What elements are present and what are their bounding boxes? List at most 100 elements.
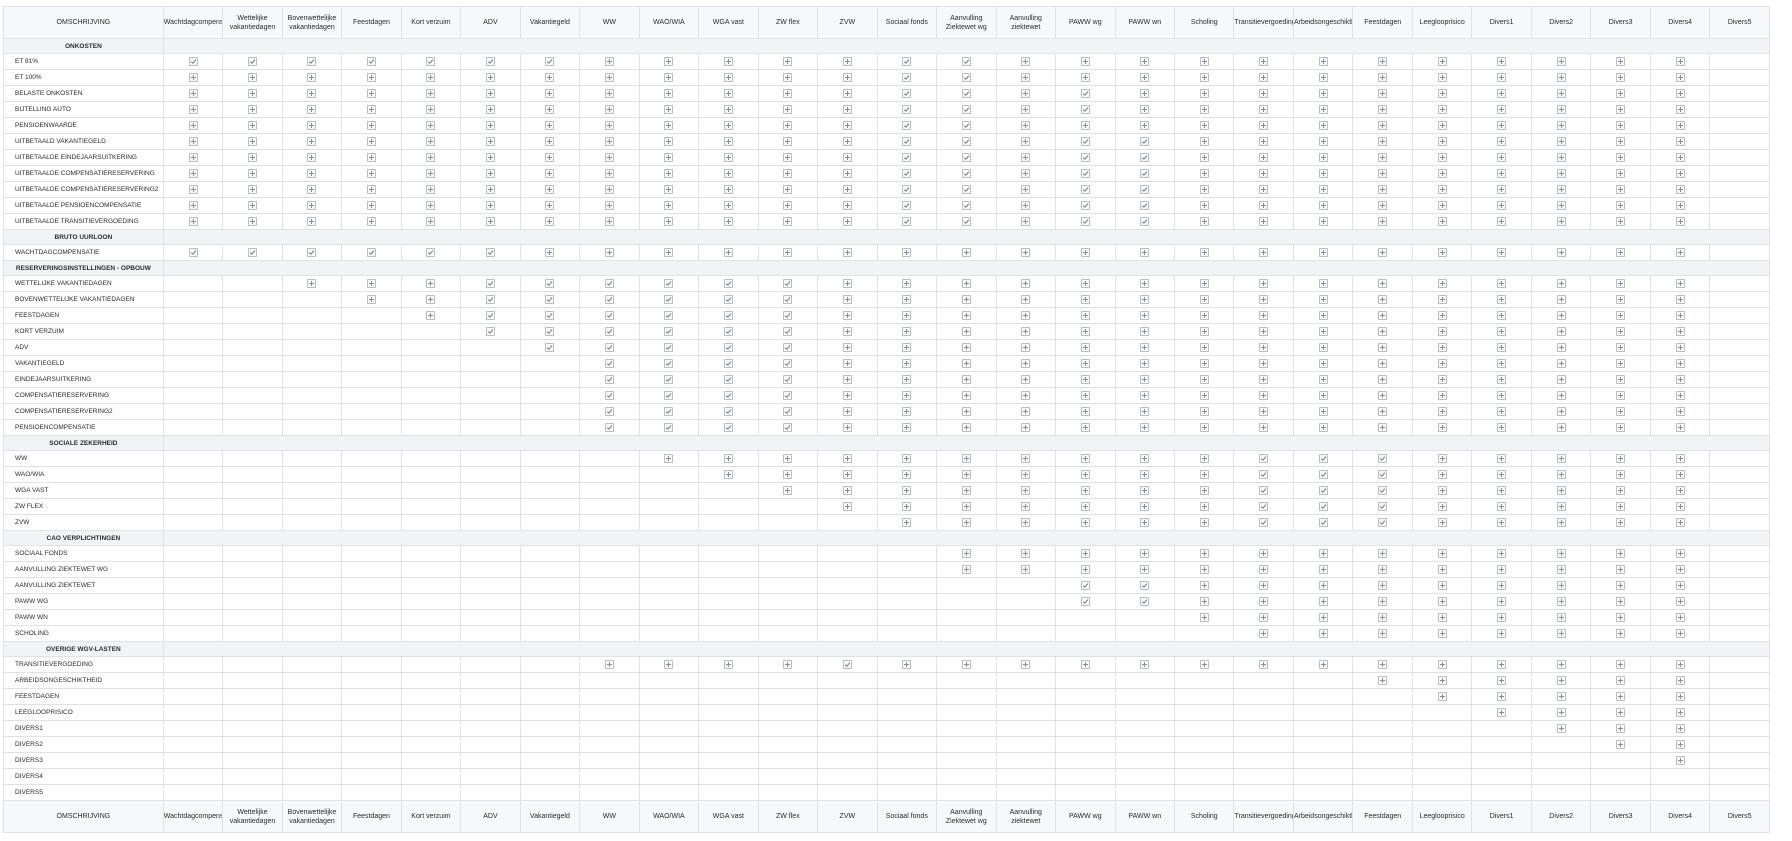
plus-icon[interactable]	[1080, 486, 1090, 495]
plus-icon[interactable]	[842, 502, 852, 511]
plus-icon[interactable]	[783, 57, 793, 66]
plus-icon[interactable]	[188, 105, 198, 114]
plus-icon[interactable]	[1199, 73, 1209, 82]
plus-icon[interactable]	[1378, 343, 1388, 352]
plus-icon[interactable]	[366, 217, 376, 226]
check-icon[interactable]	[545, 295, 555, 304]
plus-icon[interactable]	[1616, 407, 1626, 416]
plus-icon[interactable]	[961, 660, 971, 669]
plus-icon[interactable]	[1080, 327, 1090, 336]
plus-icon[interactable]	[1199, 57, 1209, 66]
plus-icon[interactable]	[1318, 89, 1328, 98]
check-icon[interactable]	[604, 391, 614, 400]
plus-icon[interactable]	[366, 295, 376, 304]
plus-icon[interactable]	[1616, 359, 1626, 368]
plus-icon[interactable]	[604, 169, 614, 178]
header-col-divers5[interactable]: Divers5	[1709, 6, 1770, 39]
check-icon[interactable]	[961, 121, 971, 130]
plus-icon[interactable]	[1021, 57, 1031, 66]
plus-icon[interactable]	[545, 153, 555, 162]
plus-icon[interactable]	[902, 407, 912, 416]
plus-icon[interactable]	[961, 375, 971, 384]
header-col-divers2[interactable]: Divers2	[1530, 6, 1592, 39]
check-icon[interactable]	[1259, 518, 1269, 527]
plus-icon[interactable]	[1437, 454, 1447, 463]
plus-icon[interactable]	[1616, 343, 1626, 352]
plus-icon[interactable]	[1437, 327, 1447, 336]
plus-icon[interactable]	[961, 518, 971, 527]
plus-icon[interactable]	[1259, 311, 1269, 320]
plus-icon[interactable]	[426, 121, 436, 130]
plus-icon[interactable]	[1675, 676, 1685, 685]
plus-icon[interactable]	[1556, 89, 1566, 98]
plus-icon[interactable]	[1675, 549, 1685, 558]
plus-icon[interactable]	[1437, 359, 1447, 368]
plus-icon[interactable]	[1497, 217, 1507, 226]
check-icon[interactable]	[961, 169, 971, 178]
plus-icon[interactable]	[1199, 153, 1209, 162]
plus-icon[interactable]	[307, 105, 317, 114]
plus-icon[interactable]	[1616, 248, 1626, 257]
plus-icon[interactable]	[604, 121, 614, 130]
header-col-divers4[interactable]: Divers4	[1649, 6, 1711, 39]
plus-icon[interactable]	[188, 169, 198, 178]
plus-icon[interactable]	[1021, 105, 1031, 114]
plus-icon[interactable]	[1021, 454, 1031, 463]
plus-icon[interactable]	[1675, 502, 1685, 511]
check-icon[interactable]	[783, 423, 793, 432]
plus-icon[interactable]	[247, 105, 257, 114]
plus-icon[interactable]	[1616, 73, 1626, 82]
plus-icon[interactable]	[1556, 724, 1566, 733]
footer-col-arbeidsongeschiktheid[interactable]: Arbeidsongeschiktheid	[1292, 800, 1354, 833]
check-icon[interactable]	[188, 57, 198, 66]
plus-icon[interactable]	[1556, 597, 1566, 606]
plus-icon[interactable]	[1199, 359, 1209, 368]
plus-icon[interactable]	[1140, 660, 1150, 669]
plus-icon[interactable]	[961, 502, 971, 511]
plus-icon[interactable]	[1259, 57, 1269, 66]
plus-icon[interactable]	[1497, 57, 1507, 66]
plus-icon[interactable]	[1675, 454, 1685, 463]
plus-icon[interactable]	[426, 201, 436, 210]
plus-icon[interactable]	[1616, 502, 1626, 511]
check-icon[interactable]	[1378, 518, 1388, 527]
plus-icon[interactable]	[545, 248, 555, 257]
plus-icon[interactable]	[426, 153, 436, 162]
plus-icon[interactable]	[188, 217, 198, 226]
plus-icon[interactable]	[842, 327, 852, 336]
plus-icon[interactable]	[842, 391, 852, 400]
plus-icon[interactable]	[366, 137, 376, 146]
plus-icon[interactable]	[1675, 169, 1685, 178]
plus-icon[interactable]	[902, 359, 912, 368]
plus-icon[interactable]	[902, 311, 912, 320]
plus-icon[interactable]	[1140, 423, 1150, 432]
plus-icon[interactable]	[783, 73, 793, 82]
plus-icon[interactable]	[1616, 549, 1626, 558]
plus-icon[interactable]	[1199, 660, 1209, 669]
check-icon[interactable]	[545, 311, 555, 320]
plus-icon[interactable]	[1318, 660, 1328, 669]
plus-icon[interactable]	[1021, 470, 1031, 479]
plus-icon[interactable]	[1497, 692, 1507, 701]
plus-icon[interactable]	[1021, 137, 1031, 146]
check-icon[interactable]	[1318, 502, 1328, 511]
plus-icon[interactable]	[961, 359, 971, 368]
plus-icon[interactable]	[664, 57, 674, 66]
check-icon[interactable]	[842, 660, 852, 669]
check-icon[interactable]	[664, 295, 674, 304]
plus-icon[interactable]	[188, 89, 198, 98]
plus-icon[interactable]	[1497, 423, 1507, 432]
check-icon[interactable]	[664, 327, 674, 336]
plus-icon[interactable]	[1140, 89, 1150, 98]
plus-icon[interactable]	[1140, 454, 1150, 463]
plus-icon[interactable]	[1497, 597, 1507, 606]
plus-icon[interactable]	[842, 153, 852, 162]
plus-icon[interactable]	[842, 248, 852, 257]
check-icon[interactable]	[723, 407, 733, 416]
plus-icon[interactable]	[723, 89, 733, 98]
check-icon[interactable]	[307, 248, 317, 257]
plus-icon[interactable]	[1021, 169, 1031, 178]
plus-icon[interactable]	[1437, 185, 1447, 194]
plus-icon[interactable]	[842, 57, 852, 66]
plus-icon[interactable]	[902, 423, 912, 432]
